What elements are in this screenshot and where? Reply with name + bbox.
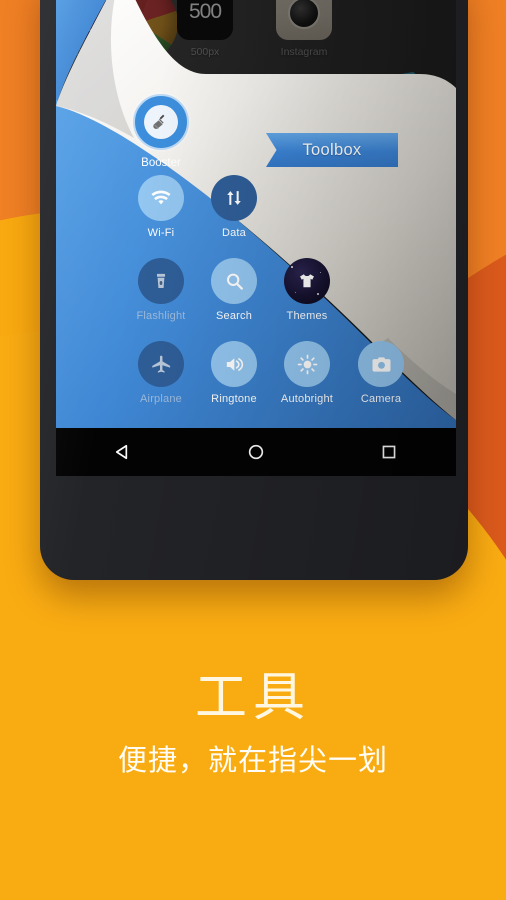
promo-subtitle: 便捷，就在指尖一划: [117, 743, 388, 777]
toolbox-item-label: Airplane: [140, 393, 182, 405]
volume-glyph: [226, 357, 243, 371]
android-navigation-bar: [56, 428, 456, 476]
toolbox-item-label: Data: [221, 227, 247, 239]
promo-screenshot: YAHOO! Yahoo News Digest 500 500px: [0, 0, 506, 900]
tshirt-icon: [284, 258, 330, 304]
toolbox-item-label: Camera: [360, 393, 402, 405]
toolbox-item-airplane[interactable]: Airplane: [124, 341, 198, 405]
broom-icon: [144, 105, 178, 139]
tshirt-glyph: [300, 274, 314, 288]
brightness-icon: [284, 341, 330, 387]
search-icon: [211, 258, 257, 304]
camera-icon: [358, 341, 404, 387]
toolbox-ribbon-banner: Toolbox: [266, 133, 398, 167]
flashlight-icon: [138, 258, 184, 304]
home-icon[interactable]: [233, 432, 279, 472]
search-glyph: [226, 273, 243, 290]
recents-glyph: [382, 445, 396, 459]
phone-device: YAHOO! Yahoo News Digest 500 500px: [40, 0, 468, 580]
toolbox-item-camera[interactable]: Camera: [344, 341, 418, 405]
data-sync-glyph: [227, 191, 241, 205]
toolbox-item-label: Wi-Fi: [147, 227, 175, 239]
toolbox-item-booster[interactable]: Booster: [126, 94, 196, 169]
airplane-icon: [138, 341, 184, 387]
flashlight-glyph: [156, 273, 166, 288]
home-glyph: [248, 444, 264, 460]
toolbox-item-search[interactable]: Search: [197, 258, 271, 322]
brightness-glyph: [297, 354, 317, 374]
wifi-icon: [138, 175, 184, 221]
toolbox-panel: Booster Wi-Fi Data Flashlight Search The…: [56, 0, 456, 420]
toolbox-item-wifi[interactable]: Wi-Fi: [124, 175, 198, 239]
back-icon[interactable]: [100, 432, 146, 472]
toolbox-item-autobright[interactable]: Autobright: [270, 341, 344, 405]
toolbox-item-themes[interactable]: Themes: [270, 258, 344, 322]
toolbox-item-label: Booster: [141, 157, 181, 169]
data-sync-icon: [211, 175, 257, 221]
airplane-glyph: [151, 355, 170, 373]
toolbox-item-label: Flashlight: [136, 310, 186, 322]
booster-ring: [133, 94, 189, 150]
toolbox-item-label: Autobright: [280, 393, 334, 405]
camera-glyph: [371, 356, 391, 372]
back-glyph: [115, 444, 127, 460]
wifi-glyph: [151, 190, 171, 205]
broom-glyph: [153, 114, 165, 129]
promo-title: 工具: [194, 668, 311, 728]
recents-icon[interactable]: [366, 432, 412, 472]
toolbox-item-flashlight[interactable]: Flashlight: [124, 258, 198, 322]
toolbox-item-ringtone[interactable]: Ringtone: [197, 341, 271, 405]
toolbox-item-label: Search: [215, 310, 253, 322]
toolbox-item-label: Themes: [286, 310, 328, 322]
toolbox-item-data[interactable]: Data: [197, 175, 271, 239]
toolbox-item-label: Ringtone: [211, 393, 257, 405]
phone-screen: YAHOO! Yahoo News Digest 500 500px: [56, 0, 456, 476]
volume-icon: [211, 341, 257, 387]
